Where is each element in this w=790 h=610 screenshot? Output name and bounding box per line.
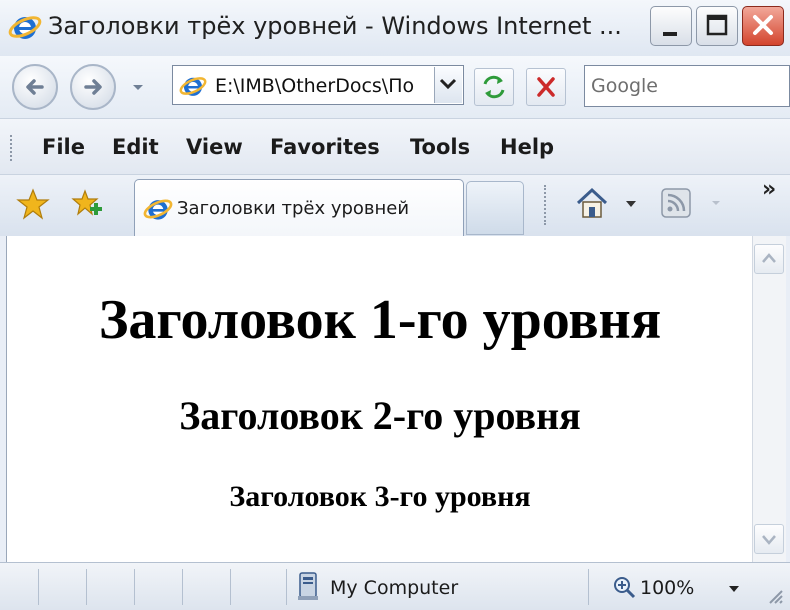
minimize-icon [663,32,677,36]
page-content: Заголовок 1-го уровня Заголовок 2-го уро… [6,236,752,562]
menu-grip [10,135,14,161]
zoom-icon[interactable] [612,575,636,599]
stop-button[interactable] [526,68,566,106]
heading-level-1: Заголовок 1-го уровня [98,289,662,351]
address-bar[interactable]: E:\IMB\OtherDocs\По [172,65,464,105]
favorites-star-icon[interactable] [16,187,50,221]
tab-label: Заголовки трёх уровней [177,198,410,219]
status-divider [38,569,39,605]
close-icon [753,15,773,35]
menu-help[interactable]: Help [500,135,554,159]
chevron-up-icon [762,253,776,263]
tab-bar: Заголовки трёх уровней » [0,174,790,237]
status-divider [230,569,231,605]
rss-feed-icon[interactable] [660,187,692,219]
my-computer-icon [298,572,318,600]
menu-bar: File Edit View Favorites Tools Help [0,118,790,174]
status-divider [286,569,287,605]
title-bar: Заголовки трёх уровней - Windows Interne… [0,0,790,56]
status-bar: My Computer 100% [0,562,790,610]
back-button[interactable] [12,64,58,110]
search-box[interactable] [584,65,790,107]
menu-file[interactable]: File [42,135,85,159]
address-text[interactable]: E:\IMB\OtherDocs\По [215,75,425,97]
address-dropdown-button[interactable] [434,67,462,103]
arrow-left-icon [26,79,44,95]
arrow-right-icon [84,79,102,95]
menu-favorites[interactable]: Favorites [270,135,380,159]
vertical-scrollbar[interactable] [752,236,786,562]
forward-button[interactable] [70,64,116,110]
heading-level-3: Заголовок 3-го уровня [229,480,531,513]
zoom-level[interactable]: 100% [640,577,694,599]
menu-tools[interactable]: Tools [410,135,470,159]
toolbar-overflow-button[interactable]: » [762,177,776,202]
scroll-down-button[interactable] [754,524,784,554]
maximize-button[interactable] [696,6,738,46]
stop-icon [537,77,555,97]
browser-window: Заголовки трёх уровней - Windows Interne… [0,0,790,610]
menu-view[interactable]: View [186,135,243,159]
search-input[interactable] [591,74,781,98]
home-icon[interactable] [574,185,610,221]
feed-dropdown-icon[interactable] [710,199,722,207]
security-zone-label[interactable]: My Computer [330,577,458,599]
home-dropdown-icon[interactable] [624,199,638,209]
internet-explorer-icon [8,16,42,39]
resize-grip-icon[interactable] [764,585,784,605]
page-ie-icon [179,77,207,96]
window-title: Заголовки трёх уровней - Windows Interne… [48,12,622,40]
tab-ie-icon [143,199,173,220]
chevron-down-icon [439,78,457,90]
scroll-up-button[interactable] [754,244,784,274]
add-favorite-icon[interactable] [70,187,104,221]
recent-pages-dropdown-icon[interactable] [130,80,146,94]
maximize-icon [706,14,728,36]
status-divider [588,569,589,605]
heading-level-2: Заголовок 2-го уровня [179,393,581,438]
minimize-button[interactable] [650,6,692,46]
close-button[interactable] [742,6,784,46]
status-divider [86,569,87,605]
refresh-button[interactable] [474,68,514,106]
chevron-down-icon [762,535,776,545]
status-divider [134,569,135,605]
tab-active[interactable]: Заголовки трёх уровней [134,179,464,237]
navigation-toolbar: E:\IMB\OtherDocs\По [0,56,790,118]
refresh-icon [483,75,505,99]
status-divider [182,569,183,605]
toolbar-separator [544,185,548,225]
new-tab-button[interactable] [466,181,524,235]
menu-edit[interactable]: Edit [112,135,159,159]
zoom-dropdown-icon[interactable] [728,585,740,593]
